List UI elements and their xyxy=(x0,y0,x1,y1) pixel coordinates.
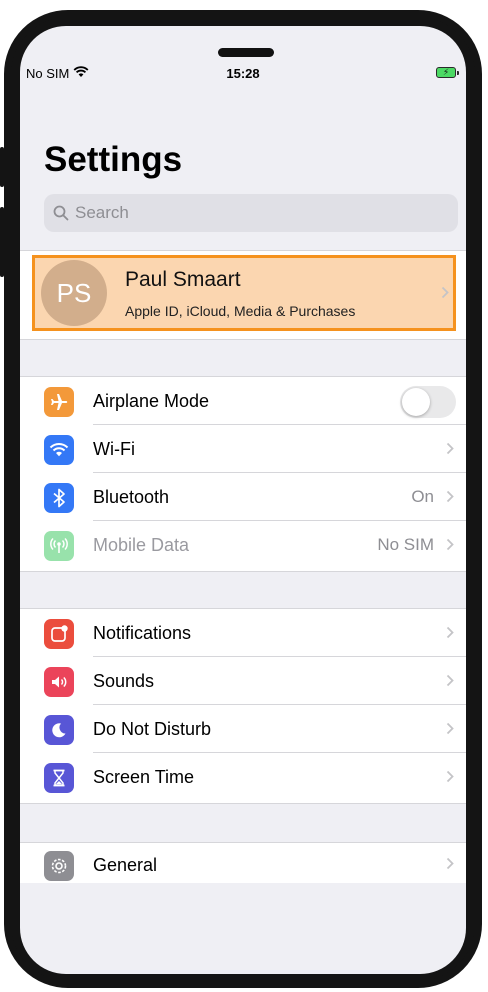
chevron-right-icon xyxy=(446,722,454,740)
chevron-right-icon xyxy=(446,626,454,644)
toggle-knob xyxy=(402,388,430,416)
chevron-right-icon xyxy=(446,857,454,875)
avatar: PS xyxy=(41,260,107,326)
airplane-icon xyxy=(44,387,74,417)
row-label: Do Not Disturb xyxy=(93,719,212,739)
wifi-icon xyxy=(44,435,74,465)
row-do-not-disturb[interactable]: Do Not Disturb xyxy=(20,705,466,753)
row-label: Sounds xyxy=(93,671,155,691)
moon-icon xyxy=(44,715,74,745)
row-value: No SIM xyxy=(377,535,434,554)
general-group: General xyxy=(20,842,466,883)
speaker-icon xyxy=(44,667,74,697)
row-general[interactable]: General xyxy=(20,843,466,883)
row-mobile-data[interactable]: Mobile Data No SIM xyxy=(20,521,466,569)
search-input[interactable]: Search xyxy=(44,194,458,232)
notifications-icon xyxy=(44,619,74,649)
page-title: Settings xyxy=(44,140,183,179)
antenna-icon xyxy=(44,531,74,561)
row-screen-time[interactable]: Screen Time xyxy=(20,753,466,801)
row-notifications[interactable]: Notifications xyxy=(20,609,466,657)
row-bluetooth[interactable]: Bluetooth On xyxy=(20,473,466,521)
connectivity-group: Airplane Mode Wi-Fi Bluetooth On Mobile … xyxy=(20,376,466,572)
status-bar: No SIM 15:28 ⚡ xyxy=(20,26,466,88)
battery-charging-icon: ⚡ xyxy=(436,67,459,78)
chevron-right-icon xyxy=(446,442,454,460)
bluetooth-icon xyxy=(44,483,74,513)
mute-switch xyxy=(0,147,4,187)
gear-icon xyxy=(44,851,74,881)
chevron-right-icon xyxy=(446,538,454,556)
volume-up-button xyxy=(0,207,4,277)
chevron-right-icon xyxy=(446,674,454,692)
screen: No SIM 15:28 ⚡ Settings Search PS Paul S… xyxy=(20,26,466,974)
chevron-right-icon xyxy=(446,490,454,508)
row-label: Airplane Mode xyxy=(93,391,210,411)
status-time: 15:28 xyxy=(226,66,260,81)
profile-group: PS Paul Smaart Apple ID, iCloud, Media &… xyxy=(20,250,466,340)
profile-highlight[interactable]: PS Paul Smaart Apple ID, iCloud, Media &… xyxy=(32,255,456,331)
chevron-right-icon xyxy=(441,286,449,304)
row-value: On xyxy=(411,487,434,506)
profile-subtitle: Apple ID, iCloud, Media & Purchases xyxy=(125,303,356,319)
airplane-mode-toggle[interactable] xyxy=(400,386,456,418)
row-label: Wi-Fi xyxy=(93,439,135,459)
row-wifi[interactable]: Wi-Fi xyxy=(20,425,466,473)
chevron-right-icon xyxy=(446,770,454,788)
row-sounds[interactable]: Sounds xyxy=(20,657,466,705)
row-label: Bluetooth xyxy=(93,487,170,507)
row-label: Mobile Data xyxy=(93,535,190,555)
hourglass-icon xyxy=(44,763,74,793)
search-icon xyxy=(53,205,69,221)
search-placeholder: Search xyxy=(75,203,129,222)
row-label: General xyxy=(93,855,158,875)
row-airplane-mode[interactable]: Airplane Mode xyxy=(20,377,466,425)
row-label: Screen Time xyxy=(93,767,195,787)
row-label: Notifications xyxy=(93,623,192,643)
notifications-group: Notifications Sounds Do Not Disturb Scre… xyxy=(20,608,466,804)
profile-name: Paul Smaart xyxy=(125,268,241,291)
